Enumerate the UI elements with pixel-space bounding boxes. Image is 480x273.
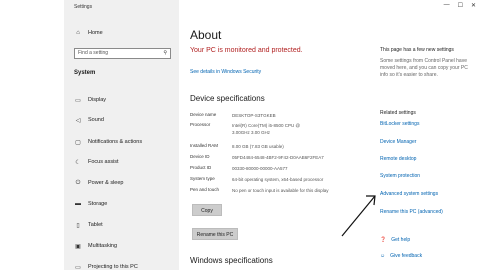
sidebar-item-label: Focus assist xyxy=(88,159,119,165)
display-icon: ▭ xyxy=(75,97,81,104)
spec-value: 64-bit operating system, x64-based proce… xyxy=(232,177,324,182)
advanced-system-settings-link[interactable]: Advanced system settings xyxy=(380,191,438,197)
give-feedback-label: Give feedback xyxy=(390,253,423,259)
focus-assist-icon: ☾ xyxy=(75,159,81,166)
bitlocker-settings-link[interactable]: BitLocker settings xyxy=(380,121,419,127)
security-details-link[interactable]: See details in Windows Security xyxy=(190,69,261,75)
sidebar-item-label: Projecting to this PC xyxy=(88,264,138,270)
sidebar-item-multitasking[interactable]: ▣ Multitasking xyxy=(74,240,117,252)
spec-label: Processor xyxy=(190,122,211,127)
home-icon: ⌂ xyxy=(76,30,80,36)
sound-icon: ◁ xyxy=(75,117,81,124)
spec-label: Device name xyxy=(190,112,217,117)
multitasking-icon: ▣ xyxy=(75,243,81,250)
sidebar-group-title: System xyxy=(74,70,96,76)
sidebar-item-display[interactable]: ▭ Display xyxy=(74,94,106,106)
annotation-arrow xyxy=(341,195,376,237)
page-title: About xyxy=(190,28,222,42)
search-icon: ⚲ xyxy=(163,50,167,56)
window-controls: — ☐ ✕ xyxy=(444,2,476,9)
spec-value: DESKTOP-S3TGKEB xyxy=(232,113,276,118)
feedback-icon: ☺ xyxy=(380,253,386,259)
power-icon: ⏻ xyxy=(75,179,81,186)
sidebar-item-focus-assist[interactable]: ☾ Focus assist xyxy=(74,156,119,168)
sidebar-item-home[interactable]: ⌂ Home xyxy=(74,27,103,39)
sidebar-item-power[interactable]: ⏻ Power & sleep xyxy=(74,177,124,189)
sidebar-item-sound[interactable]: ◁ Sound xyxy=(74,114,104,126)
projecting-icon: ▭ xyxy=(75,264,81,271)
give-feedback-link[interactable]: ☺ Give feedback xyxy=(380,253,422,259)
sidebar-item-label: Display xyxy=(88,97,107,103)
maximize-button[interactable]: ☐ xyxy=(458,2,463,9)
remote-desktop-link[interactable]: Remote desktop xyxy=(380,156,416,162)
sidebar-item-tablet[interactable]: ▯ Tablet xyxy=(74,219,103,231)
sidebar-item-label: Tablet xyxy=(88,222,103,228)
minimize-button[interactable]: — xyxy=(444,2,450,9)
help-icon: ❓ xyxy=(380,237,387,243)
spec-label: Pen and touch xyxy=(190,187,220,192)
close-button[interactable]: ✕ xyxy=(471,2,476,9)
storage-icon: ▬ xyxy=(75,201,81,207)
sidebar-item-label: Sound xyxy=(88,117,104,123)
notifications-icon: ▢ xyxy=(75,139,81,146)
get-help-link[interactable]: ❓ Get help xyxy=(380,237,410,243)
sidebar-item-projecting[interactable]: ▭ Projecting to this PC xyxy=(74,261,138,273)
sidebar-item-storage[interactable]: ▬ Storage xyxy=(74,198,107,210)
system-protection-link[interactable]: System protection xyxy=(380,173,420,179)
new-settings-description: Some settings from Control Panel have mo… xyxy=(380,58,468,78)
sidebar-item-label: Storage xyxy=(88,201,108,207)
sidebar-item-label: Notifications & actions xyxy=(88,139,143,145)
search-input[interactable]: Find a setting ⚲ xyxy=(74,48,171,59)
rename-pc-button[interactable]: Rename this PC xyxy=(192,228,238,240)
spec-value: 00330-80000-00000-AA577 xyxy=(232,166,288,171)
app-title: Settings xyxy=(74,4,93,10)
windows-specs-heading: Windows specifications xyxy=(190,256,273,265)
spec-value: 8.00 GB (7.83 GB usable) xyxy=(232,144,284,149)
device-specs-heading: Device specifications xyxy=(190,94,265,103)
spec-value: 05FD4484-6548-4BF2-9F42-D0AAB6F2FEA7 xyxy=(232,155,324,160)
tablet-icon: ▯ xyxy=(76,222,80,229)
spec-label: Installed RAM xyxy=(190,143,219,148)
search-placeholder: Find a setting xyxy=(78,50,109,56)
spec-label: System type xyxy=(190,176,215,181)
device-manager-link[interactable]: Device Manager xyxy=(380,139,416,145)
spec-value: Intel(R) Core(TM) i5-8500 CPU @ 3.00GHz … xyxy=(232,123,301,135)
sidebar-item-label: Multitasking xyxy=(88,243,118,249)
sidebar-item-notifications[interactable]: ▢ Notifications & actions xyxy=(74,136,142,148)
sidebar-item-label: Power & sleep xyxy=(88,180,124,186)
new-settings-title: This page has a few new settings xyxy=(380,47,454,53)
copy-button[interactable]: Copy xyxy=(192,204,222,216)
related-settings-title: Related settings xyxy=(380,110,416,116)
rename-pc-advanced-link[interactable]: Rename this PC (advanced) xyxy=(380,209,443,215)
protection-status: Your PC is monitored and protected. xyxy=(190,47,303,54)
spec-label: Product ID xyxy=(190,165,212,170)
sidebar-item-label: Home xyxy=(88,30,103,36)
spec-label: Device ID xyxy=(190,154,210,159)
get-help-label: Get help xyxy=(391,237,411,243)
